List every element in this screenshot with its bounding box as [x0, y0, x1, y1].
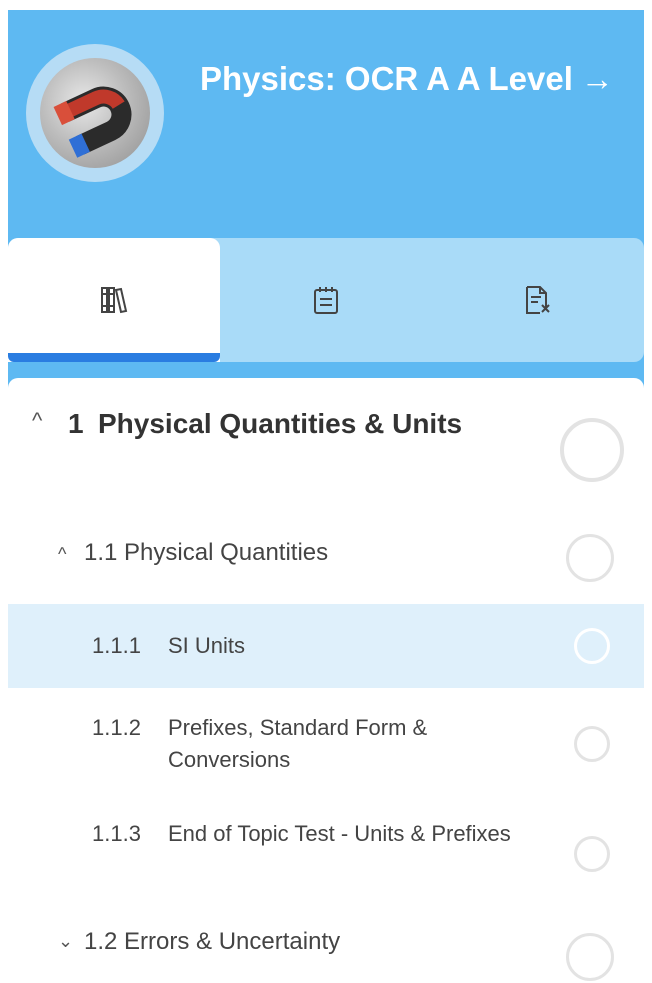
test-doc-icon: [526, 286, 550, 314]
course-panel: Physics: OCR A A Level → ^ 1 Physical Qu…: [0, 0, 652, 983]
topic-number: 1: [68, 408, 84, 439]
course-avatar[interactable]: [26, 44, 164, 182]
subtopic-row[interactable]: ⌄ 1.2 Errors & Uncertainty: [8, 913, 644, 983]
arrow-right-icon: →: [580, 60, 614, 97]
list-item-end-of-topic-test[interactable]: 1.1.3 End of Topic Test - Units & Prefix…: [8, 798, 644, 908]
progress-circle: [566, 534, 614, 582]
chevron-up-icon[interactable]: ^: [58, 544, 66, 565]
course-title: Physics: OCR A A Level: [200, 60, 573, 97]
subtopic-label: 1.2 Errors & Uncertainty: [84, 928, 341, 955]
progress-circle: [574, 836, 610, 872]
item-number: 1.1.1: [92, 633, 141, 658]
progress-circle: [566, 933, 614, 981]
topic-label: Physical Quantities & Units: [98, 408, 463, 439]
course-title-link[interactable]: Physics: OCR A A Level →: [200, 55, 620, 103]
progress-circle: [574, 628, 610, 664]
progress-circle: [560, 418, 624, 482]
topic-row[interactable]: ^ 1 Physical Quantities & Units: [8, 378, 644, 518]
item-label: Prefixes, Standard Form & Conversions: [168, 715, 428, 772]
item-label: SI Units: [168, 633, 246, 658]
chevron-up-icon[interactable]: ^: [32, 408, 42, 434]
notepad-icon: [314, 287, 338, 314]
progress-circle: [574, 726, 610, 762]
list-item-si-units[interactable]: 1.1.1 SI Units: [8, 604, 644, 688]
item-label: End of Topic Test - Units & Prefixes: [168, 821, 511, 846]
item-number: 1.1.2: [92, 715, 141, 740]
tab-tests[interactable]: [432, 238, 644, 362]
subtopic-label: 1.1 Physical Quantities: [84, 539, 329, 566]
list-item-prefixes[interactable]: 1.1.2 Prefixes, Standard Form & Conversi…: [8, 688, 644, 798]
topic-tree: ^ 1 Physical Quantities & Units ^ 1.1 Ph…: [8, 378, 644, 983]
chevron-down-icon[interactable]: ⌄: [58, 931, 73, 952]
tab-bar: [8, 238, 644, 362]
magnet-image: [40, 58, 150, 168]
tab-library[interactable]: [8, 238, 220, 362]
subtopic-row[interactable]: ^ 1.1 Physical Quantities: [8, 518, 644, 600]
library-icon: [101, 287, 128, 314]
tab-notes[interactable]: [220, 238, 432, 362]
item-number: 1.1.3: [92, 821, 141, 846]
